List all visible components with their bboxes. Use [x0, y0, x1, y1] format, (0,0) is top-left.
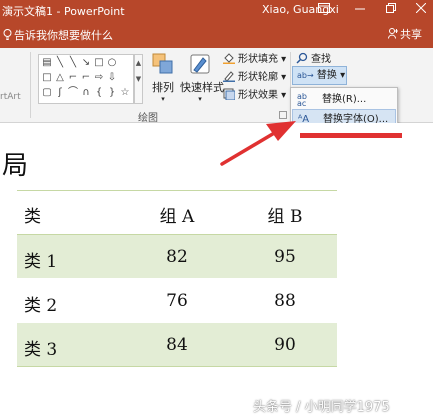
annotation-arrow [220, 121, 296, 166]
watermark-text: 头条号 / 小明同学1975 [253, 400, 390, 415]
